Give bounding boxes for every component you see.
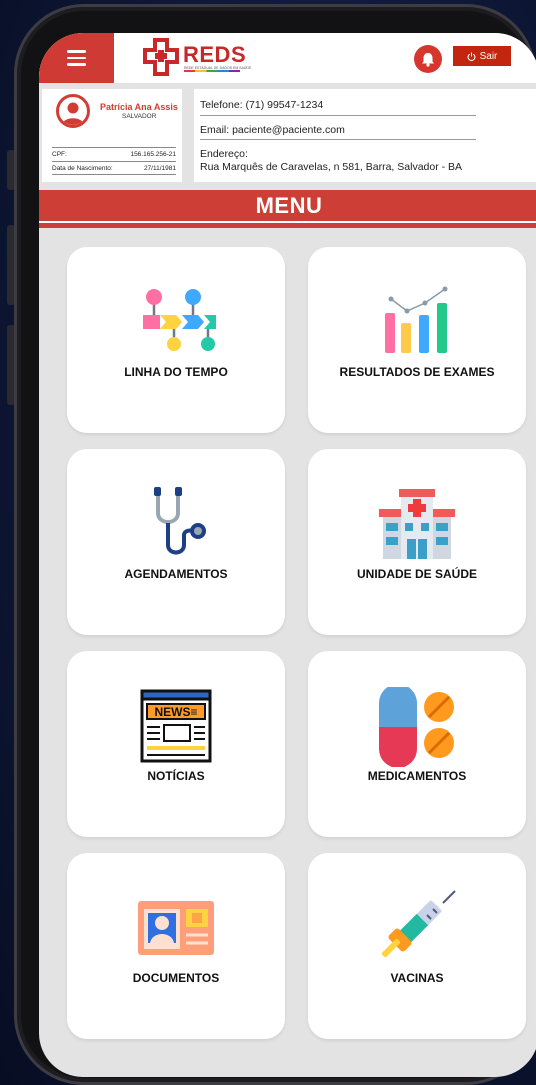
patient-info-section: Patrícia Ana Assis SALVADOR CPF: 156.165… xyxy=(39,83,536,187)
cpf-row: CPF: 156.165.256-21 xyxy=(52,147,176,158)
menu-tile-vacinas[interactable]: VACINAS xyxy=(308,853,526,1039)
reds-logo[interactable]: REDS REDE ESTADUAL DE DADOS EM SAÚDE xyxy=(140,37,251,77)
syringe-icon xyxy=(381,890,456,958)
address-value: Rua Marquês de Caravelas, n 581, Barra, … xyxy=(200,161,463,173)
birth-date-value: 27/11/1981 xyxy=(143,165,176,172)
svg-text:NEWS≡: NEWS≡ xyxy=(154,705,197,719)
logout-label: Sair xyxy=(479,50,498,62)
patient-contact-card: Telefone: (71) 99547-1234 Email: pacient… xyxy=(194,89,536,182)
bar-chart-icon xyxy=(385,286,448,353)
menu-tile-agendamentos[interactable]: AGENDAMENTOS xyxy=(67,449,285,635)
hospital-icon xyxy=(379,489,455,559)
patient-name: Patrícia Ana Assis xyxy=(100,102,178,112)
menu-toggle-button[interactable] xyxy=(39,33,114,83)
divider xyxy=(200,139,476,140)
menu-tile-label: NOTÍCIAS xyxy=(147,769,205,783)
notifications-button[interactable] xyxy=(414,45,442,73)
menu-tile-label: DOCUMENTOS xyxy=(132,971,220,985)
address-label: Endereço: xyxy=(200,148,248,160)
menu-tile-label: LINHA DO TEMPO xyxy=(124,365,228,379)
logout-button[interactable]: Sair xyxy=(453,46,511,66)
power-icon xyxy=(467,51,476,61)
patient-profile-card: Patrícia Ana Assis SALVADOR CPF: 156.165… xyxy=(42,89,182,182)
newspaper-icon: NEWS≡ xyxy=(140,689,212,763)
menu-title: MENU xyxy=(255,193,323,218)
patient-city: SALVADOR xyxy=(122,113,157,120)
logo-text: REDS xyxy=(183,42,247,67)
phone-frame: REDS REDE ESTADUAL DE DADOS EM SAÚDE Sai… xyxy=(14,4,536,1085)
menu-tile-label: MEDICAMENTOS xyxy=(367,769,467,783)
hamburger-icon xyxy=(67,50,86,53)
medical-cross-logo-icon xyxy=(143,38,179,76)
menu-tile-noticias[interactable]: NEWS≡ NOTÍCIAS xyxy=(67,651,285,837)
menu-tile-linha-do-tempo[interactable]: LINHA DO TEMPO xyxy=(67,247,285,433)
user-avatar-icon xyxy=(62,102,84,125)
timeline-icon xyxy=(143,289,216,351)
birth-date-row: Data de Nascimento: 27/11/1981 xyxy=(52,161,176,175)
avatar xyxy=(56,94,90,128)
stethoscope-icon xyxy=(154,487,206,555)
menu-tile-documentos[interactable]: DOCUMENTOS xyxy=(67,853,285,1039)
menu-tile-label: RESULTADOS DE EXAMES xyxy=(339,365,495,379)
menu-tile-resultados-de-exames[interactable]: RESULTADOS DE EXAMES xyxy=(308,247,526,433)
menu-tile-label: AGENDAMENTOS xyxy=(124,567,228,581)
menu-title-banner: MENU xyxy=(39,190,536,228)
pills-icon xyxy=(379,687,454,767)
cpf-label: CPF: xyxy=(52,151,67,158)
cpf-value: 156.165.256-21 xyxy=(130,151,176,158)
top-bar: REDS REDE ESTADUAL DE DADOS EM SAÚDE Sai… xyxy=(39,33,536,83)
app-screen: REDS REDE ESTADUAL DE DADOS EM SAÚDE Sai… xyxy=(39,33,536,1077)
logo-color-stripe xyxy=(184,70,240,72)
menu-tile-label: UNIDADE DE SAÚDE xyxy=(356,567,477,581)
menu-tile-medicamentos[interactable]: MEDICAMENTOS xyxy=(308,651,526,837)
email-field: Email: paciente@paciente.com xyxy=(200,124,345,136)
menu-tile-label: VACINAS xyxy=(390,971,444,985)
id-card-icon xyxy=(138,901,214,955)
menu-tile-unidade-de-saude[interactable]: UNIDADE DE SAÚDE xyxy=(308,449,526,635)
divider xyxy=(200,115,476,116)
bell-icon xyxy=(422,52,434,67)
birth-date-label: Data de Nascimento: xyxy=(52,165,113,172)
phone-field: Telefone: (71) 99547-1234 xyxy=(200,99,324,111)
